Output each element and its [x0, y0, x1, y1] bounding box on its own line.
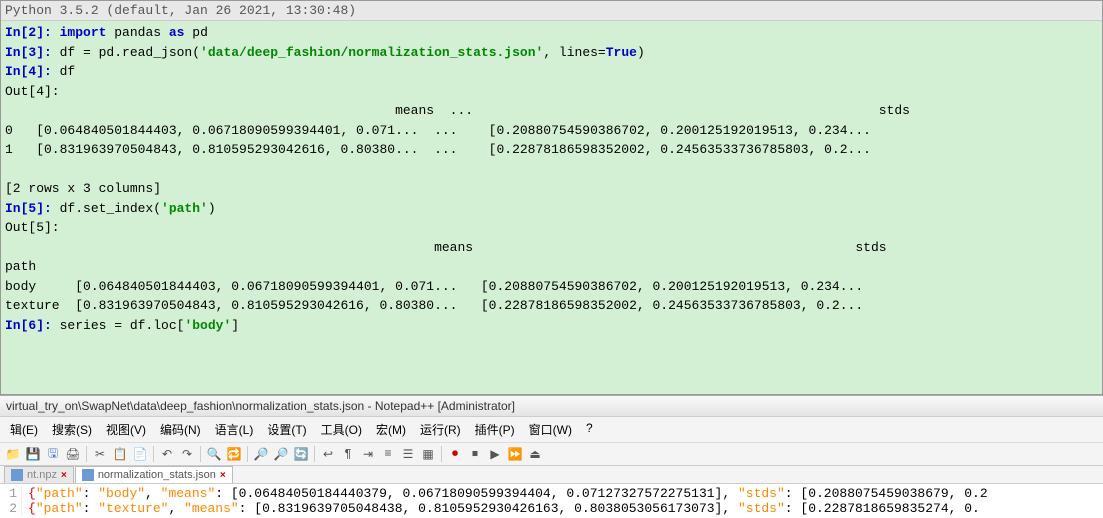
separator-2: [153, 446, 154, 462]
undo-icon[interactable]: ↶: [158, 445, 176, 463]
allchars-icon[interactable]: ¶: [339, 445, 357, 463]
menu-window[interactable]: 窗口(W): [523, 419, 578, 440]
in-prompt-6: In[6]:: [5, 318, 52, 333]
print-icon[interactable]: 🖨: [64, 445, 82, 463]
record-icon[interactable]: ⏺: [446, 445, 464, 463]
wordwrap-icon[interactable]: ↩: [319, 445, 337, 463]
in-prompt-5: In[5]:: [5, 201, 52, 216]
console-body[interactable]: In[2]: import pandas as pd In[3]: df = p…: [1, 21, 1102, 337]
replace-icon[interactable]: 🔁: [225, 445, 243, 463]
play-icon[interactable]: ▶: [486, 445, 504, 463]
kw-as: as: [169, 25, 185, 40]
menu-tools[interactable]: 工具(O): [315, 419, 368, 440]
saveall-icon[interactable]: 🖫: [44, 445, 62, 463]
menu-edit[interactable]: 辑(E): [4, 419, 44, 440]
out4-shape: [2 rows x 3 columns]: [5, 181, 161, 196]
tab-label-2: normalization_stats.json: [98, 469, 216, 481]
indent-icon[interactable]: ⇥: [359, 445, 377, 463]
menu-help[interactable]: ?: [580, 419, 599, 440]
playmulti-icon[interactable]: ⏩: [506, 445, 524, 463]
copy-icon[interactable]: 📋: [111, 445, 129, 463]
menu-search[interactable]: 搜索(S): [46, 419, 98, 440]
separator-3: [200, 446, 201, 462]
console-header: Python 3.5.2 (default, Jan 26 2021, 13:3…: [1, 1, 1102, 21]
zoomout-icon[interactable]: 🔎: [272, 445, 290, 463]
docmap-icon[interactable]: ▦: [419, 445, 437, 463]
savemacro-icon[interactable]: ⏏: [526, 445, 544, 463]
separator-5: [314, 446, 315, 462]
notepad-window: virtual_try_on\SwapNet\data\deep_fashion…: [0, 395, 1103, 518]
kw-import: import: [60, 25, 107, 40]
menu-settings[interactable]: 设置(T): [261, 419, 312, 440]
in-prompt-3: In[3]:: [5, 45, 52, 60]
notepad-titlebar: virtual_try_on\SwapNet\data\deep_fashion…: [0, 396, 1103, 417]
tab-npz[interactable]: nt.npz ×: [4, 466, 74, 483]
out5-header: means stds: [5, 240, 887, 255]
close-icon[interactable]: ×: [220, 470, 226, 481]
unfoldall-icon[interactable]: ☰: [399, 445, 417, 463]
out5-rowtex: texture [0.831963970504843, 0.8105952930…: [5, 298, 863, 313]
out4-header: means ... stds: [5, 103, 910, 118]
out4-row1: 1 [0.831963970504843, 0.810595293042616,…: [5, 142, 871, 157]
menu-macro[interactable]: 宏(M): [370, 419, 412, 440]
out4-row0: 0 [0.064840501844403, 0.0671809059939440…: [5, 123, 871, 138]
tab-label-1: nt.npz: [27, 469, 57, 481]
redo-icon[interactable]: ↷: [178, 445, 196, 463]
out-prompt-5: Out[5]:: [5, 220, 60, 235]
separator-1: [86, 446, 87, 462]
separator-6: [441, 446, 442, 462]
separator-4: [247, 446, 248, 462]
foldall-icon[interactable]: ≡: [379, 445, 397, 463]
in-prompt-4: In[4]:: [5, 64, 52, 79]
menu-run[interactable]: 运行(R): [414, 419, 467, 440]
open-icon[interactable]: 📁: [4, 445, 22, 463]
sync-icon[interactable]: 🔄: [292, 445, 310, 463]
in-prompt-2: In[2]:: [5, 25, 52, 40]
editor-line-1: 1{"path": "body", "means": [0.0648405018…: [4, 486, 1099, 501]
notepad-toolbar: 📁 💾 🖫 🖨 ✂ 📋 📄 ↶ ↷ 🔍 🔁 🔎 🔎 🔄 ↩ ¶ ⇥ ≡ ☰ ▦ …: [0, 443, 1103, 466]
python-console-pane: Python 3.5.2 (default, Jan 26 2021, 13:3…: [0, 0, 1103, 395]
cut-icon[interactable]: ✂: [91, 445, 109, 463]
menu-encoding[interactable]: 编码(N): [154, 419, 207, 440]
menu-plugins[interactable]: 插件(P): [469, 419, 521, 440]
stop-icon[interactable]: ⏹: [466, 445, 484, 463]
tab-bar: nt.npz × normalization_stats.json ×: [0, 466, 1103, 484]
zoomin-icon[interactable]: 🔎: [252, 445, 270, 463]
tab-json[interactable]: normalization_stats.json ×: [75, 466, 233, 483]
file-icon: [11, 469, 23, 481]
find-icon[interactable]: 🔍: [205, 445, 223, 463]
close-icon[interactable]: ×: [61, 470, 67, 481]
notepad-menubar: 辑(E) 搜索(S) 视图(V) 编码(N) 语言(L) 设置(T) 工具(O)…: [0, 417, 1103, 443]
out-prompt-4: Out[4]:: [5, 84, 60, 99]
out5-path: path: [5, 259, 36, 274]
paste-icon[interactable]: 📄: [131, 445, 149, 463]
menu-view[interactable]: 视图(V): [100, 419, 152, 440]
out5-rowbody: body [0.064840501844403, 0.0671809059939…: [5, 279, 863, 294]
file-icon: [82, 469, 94, 481]
menu-language[interactable]: 语言(L): [209, 419, 260, 440]
save-icon[interactable]: 💾: [24, 445, 42, 463]
editor-body[interactable]: 1{"path": "body", "means": [0.0648405018…: [0, 484, 1103, 518]
